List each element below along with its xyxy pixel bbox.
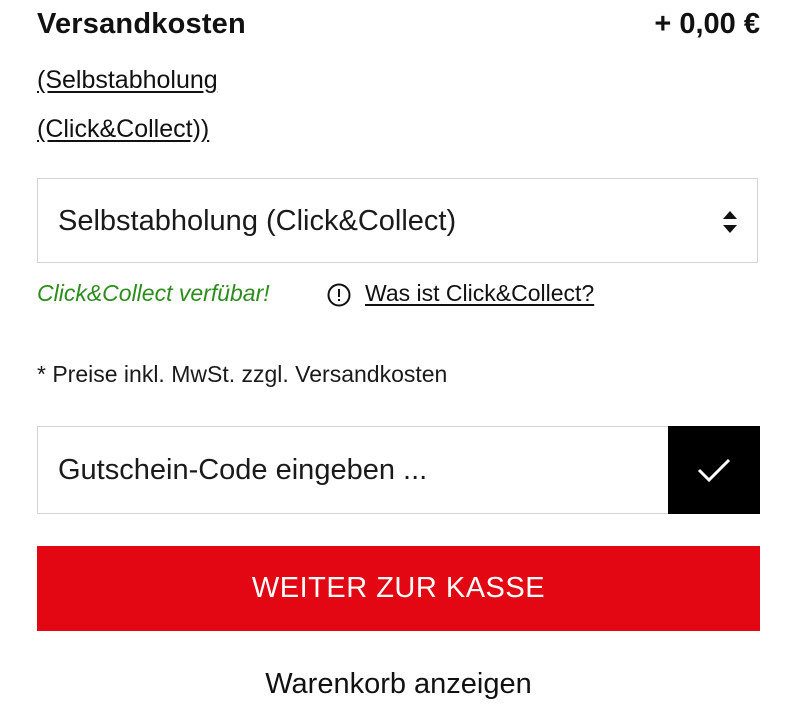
- sort-arrows-icon: [723, 211, 737, 233]
- delivery-method-value: Selbstabholung (Click&Collect): [58, 205, 457, 237]
- availability-status: Click&Collect verfübar!: [37, 280, 270, 306]
- click-collect-info-link[interactable]: Was ist Click&Collect?: [365, 280, 594, 307]
- view-cart-link[interactable]: Warenkorb anzeigen: [37, 668, 760, 701]
- coupon-submit-button[interactable]: [668, 426, 760, 514]
- shipping-label: Versandkosten: [37, 8, 246, 40]
- shipping-price: + 0,00 €: [654, 8, 760, 40]
- shipping-row: Versandkosten + 0,00 €: [37, 8, 760, 44]
- checkout-button[interactable]: WEITER ZUR KASSE: [37, 546, 760, 631]
- info-circle-icon[interactable]: [327, 283, 351, 307]
- coupon-code-input[interactable]: [37, 426, 668, 514]
- shipping-method-link[interactable]: (Selbstabholung (Click&Collect)): [37, 56, 337, 154]
- price-note: * Preise inkl. MwSt. zzgl. Versandkosten: [37, 361, 448, 387]
- delivery-method-select[interactable]: Selbstabholung (Click&Collect): [37, 178, 758, 263]
